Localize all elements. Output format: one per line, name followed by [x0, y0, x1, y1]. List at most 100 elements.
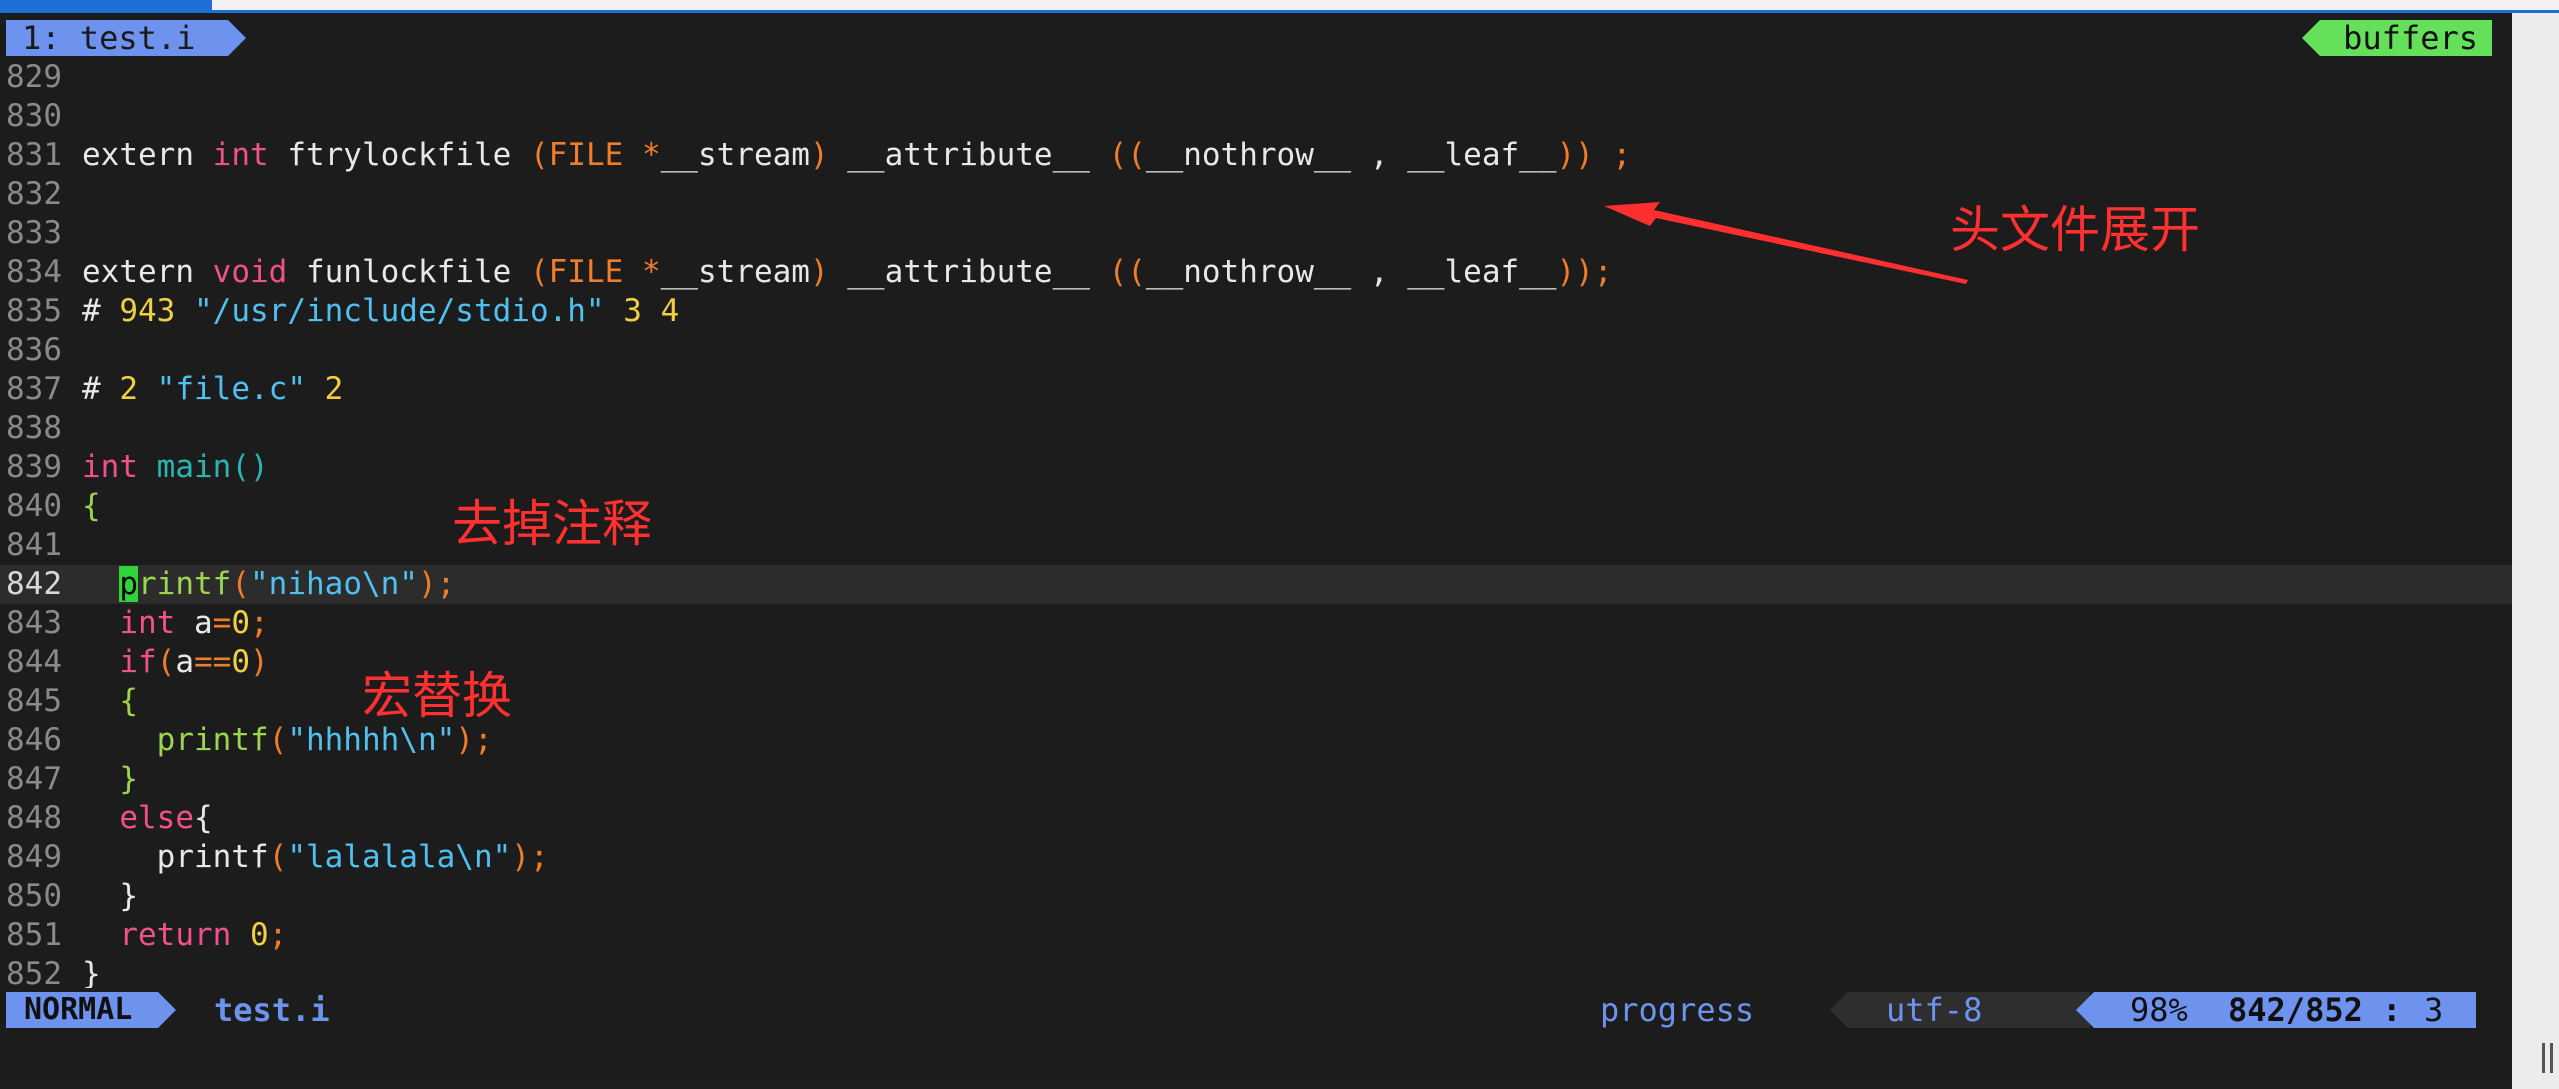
- code-token: (: [231, 566, 250, 602]
- line-number: 841: [6, 527, 62, 563]
- code-line[interactable]: 831 extern int ftrylockfile (FILE *__stre…: [0, 136, 2512, 175]
- code-token: (: [156, 644, 176, 680]
- code-token: #: [82, 371, 120, 407]
- code-token: __nothrow__ , __leaf__: [1145, 254, 1557, 290]
- resize-grip-icon[interactable]: [2542, 1043, 2545, 1073]
- code-token: FILE: [548, 254, 624, 290]
- line-number: 851: [6, 917, 62, 953]
- line-code: int main(): [72, 448, 269, 487]
- code-token: __nothrow__ , __leaf__: [1145, 137, 1557, 173]
- line-code: }: [72, 760, 138, 799]
- code-token: *: [641, 137, 661, 173]
- code-token: )): [1556, 137, 1594, 173]
- line-code: extern int ftrylockfile (FILE *__stream)…: [72, 136, 1631, 175]
- code-token: 943: [119, 293, 176, 329]
- line-number: 834: [6, 254, 62, 290]
- code-token: rintf: [138, 566, 232, 602]
- code-token: __stream: [660, 254, 810, 290]
- code-line[interactable]: 849 printf("lalalala\n");: [0, 838, 2512, 877]
- code-token: (: [268, 839, 288, 875]
- code-token: "nihao\n": [250, 566, 418, 602]
- tab-test-i[interactable]: 1: test.i: [6, 20, 246, 56]
- annotation-macro-replace: 宏替换: [362, 667, 512, 725]
- code-token: "/usr/include/stdio.h": [194, 293, 605, 329]
- line-number: 839: [6, 449, 62, 485]
- line-number: 830: [6, 98, 62, 134]
- vim-tabline: 1: test.i buffers: [0, 18, 2512, 58]
- code-token: a: [175, 644, 194, 680]
- code-token: "lalalala\n": [287, 839, 512, 875]
- line-number: 833: [6, 215, 62, 251]
- code-token: =: [212, 605, 232, 641]
- code-line[interactable]: 847 }: [0, 760, 2512, 799]
- code-token: #: [82, 293, 120, 329]
- code-token: {: [193, 800, 213, 836]
- code-line[interactable]: 829: [0, 58, 2512, 97]
- line-code: printf("nihao\n");: [72, 565, 455, 604]
- code-token: void: [212, 254, 288, 290]
- line-code: # 2 "file.c" 2: [72, 370, 343, 409]
- line-number: 847: [6, 761, 62, 797]
- code-token: printf: [156, 839, 269, 875]
- code-token: __stream: [660, 137, 810, 173]
- code-token: {: [82, 488, 101, 524]
- buffers-indicator[interactable]: buffers: [2302, 20, 2492, 56]
- code-line[interactable]: 836: [0, 331, 2512, 370]
- command-line[interactable]: [0, 1032, 2512, 1072]
- code-line[interactable]: 839 int main(): [0, 448, 2512, 487]
- code-token: "file.c": [156, 371, 306, 407]
- code-line[interactable]: 848 else{: [0, 799, 2512, 838]
- line-code: printf("lalalala\n");: [72, 838, 549, 877]
- line-number: 850: [6, 878, 62, 914]
- status-encoding: utf-8: [1886, 991, 1983, 1029]
- code-token: ): [809, 254, 829, 290]
- code-line[interactable]: 838: [0, 409, 2512, 448]
- resize-grip-icon[interactable]: [2550, 1043, 2553, 1073]
- code-token: {: [119, 683, 138, 719]
- line-code: }: [72, 877, 138, 916]
- code-line[interactable]: 843 int a=0;: [0, 604, 2512, 643]
- line-code: {: [72, 487, 101, 526]
- window-title-tab[interactable]: [0, 0, 212, 10]
- code-token: );: [417, 566, 456, 602]
- line-number: 844: [6, 644, 62, 680]
- line-code: return 0;: [72, 916, 287, 955]
- code-line-current[interactable]: 842 printf("nihao\n");: [0, 565, 2512, 604]
- code-token: ((: [1108, 254, 1146, 290]
- code-token: int: [212, 137, 269, 173]
- line-code: else{: [72, 799, 213, 838]
- code-line[interactable]: 840 {: [0, 487, 2512, 526]
- code-token: int: [119, 605, 176, 641]
- text-cursor: p: [119, 566, 138, 602]
- code-line[interactable]: 850 }: [0, 877, 2512, 916]
- code-token: 4: [660, 293, 680, 329]
- line-number: 848: [6, 800, 62, 836]
- line-number: 835: [6, 293, 62, 329]
- line-number: 838: [6, 410, 62, 446]
- line-number: 836: [6, 332, 62, 368]
- code-line[interactable]: 835 # 943 "/usr/include/stdio.h" 3 4: [0, 292, 2512, 331]
- code-token: }: [82, 956, 101, 992]
- code-token: if: [119, 644, 157, 680]
- code-line[interactable]: 851 return 0;: [0, 916, 2512, 955]
- code-line[interactable]: 837 # 2 "file.c" 2: [0, 370, 2512, 409]
- code-token: (: [529, 137, 549, 173]
- code-token: }: [119, 878, 138, 914]
- code-line[interactable]: 841: [0, 526, 2512, 565]
- vim-statusline: NORMAL test.i progress utf-8 98% 842/852…: [0, 988, 2512, 1032]
- code-token: 0: [231, 605, 250, 641]
- code-line[interactable]: 830: [0, 97, 2512, 136]
- code-token: ;: [250, 605, 269, 641]
